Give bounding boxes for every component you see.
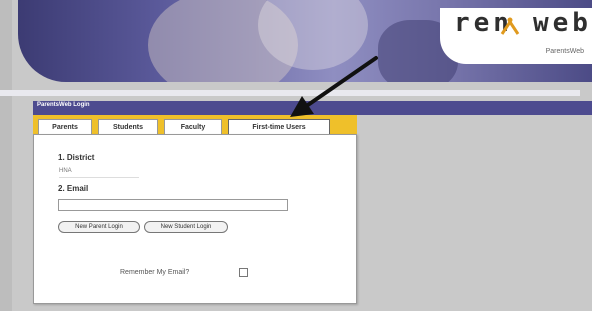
login-header-bar: ParentsWeb Login bbox=[33, 101, 592, 115]
logo-subtitle: ParentsWeb bbox=[545, 48, 584, 55]
tab-first-time-users[interactable]: First-time Users bbox=[228, 119, 330, 135]
remember-email-checkbox[interactable] bbox=[239, 268, 248, 277]
login-header-title: ParentsWeb Login bbox=[37, 102, 90, 108]
email-label: 2. Email bbox=[58, 184, 89, 193]
email-field[interactable] bbox=[58, 199, 288, 211]
logo-text: ren web bbox=[454, 8, 592, 38]
login-tabs: Parents Students Faculty First-time User… bbox=[33, 115, 357, 135]
district-label: 1. District bbox=[58, 153, 95, 162]
banner-divider bbox=[0, 90, 580, 96]
left-gutter bbox=[0, 0, 12, 311]
remember-email-label: Remember My Email? bbox=[120, 269, 190, 276]
tab-parents[interactable]: Parents bbox=[38, 119, 92, 135]
renweb-logo: ren web ParentsWeb bbox=[440, 8, 592, 64]
tab-faculty[interactable]: Faculty bbox=[164, 119, 222, 135]
new-parent-login-button[interactable]: New Parent Login bbox=[58, 221, 140, 233]
new-student-login-button[interactable]: New Student Login bbox=[144, 221, 228, 233]
person-figure-icon bbox=[500, 17, 520, 35]
tab-students[interactable]: Students bbox=[98, 119, 158, 135]
district-value: HNA bbox=[59, 168, 139, 178]
login-panel: 1. District HNA 2. Email New Parent Logi… bbox=[33, 134, 357, 304]
